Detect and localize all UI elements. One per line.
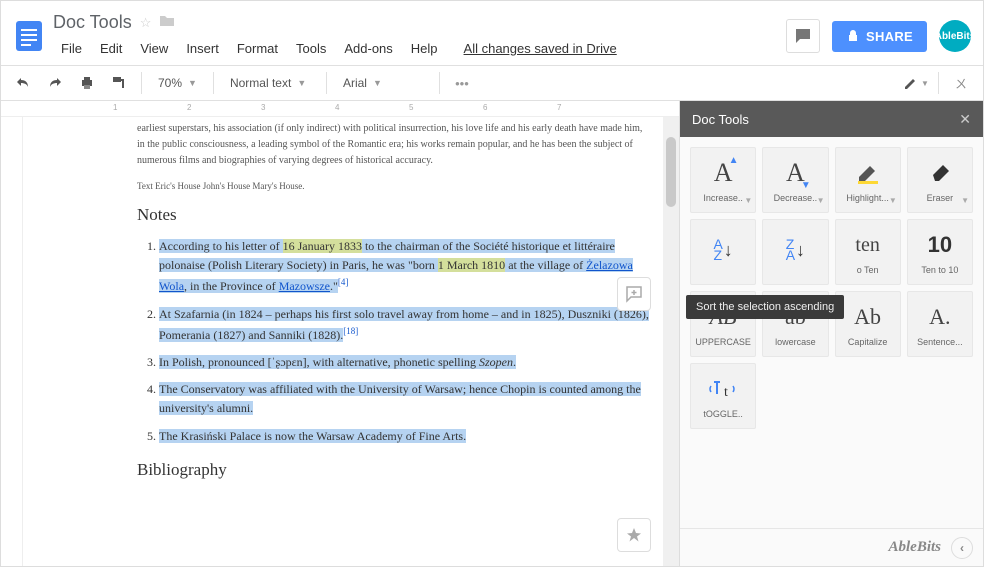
sort-asc-button[interactable]: AZ↓ <box>690 219 756 285</box>
vertical-scrollbar[interactable] <box>663 117 679 566</box>
footnote-ref[interactable]: [4] <box>338 277 349 287</box>
capitalize-icon: Ab <box>854 301 881 333</box>
menu-file[interactable]: File <box>53 37 90 60</box>
comments-button[interactable] <box>786 19 820 53</box>
heading-bibliography: Bibliography <box>137 460 649 480</box>
toggle-case-button[interactable]: t tOGGLE.. <box>690 363 756 429</box>
docs-app-icon[interactable] <box>9 10 49 62</box>
toolbar: 70%▼ Normal text▼ Arial▼ ••• ▼ ㄨ <box>1 65 983 101</box>
redo-button[interactable] <box>41 69 69 97</box>
font-select[interactable]: Arial▼ <box>335 69 431 97</box>
highlighter-icon <box>855 157 881 189</box>
num-to-text-icon: ten <box>855 229 879 261</box>
increase-font-icon: A▲ <box>714 157 733 189</box>
sort-asc-icon: AZ↓ <box>713 234 732 266</box>
menu-bar: File Edit View Insert Format Tools Add-o… <box>53 37 786 60</box>
list-item: According to his letter of 16 January 18… <box>159 237 649 297</box>
eraser-icon <box>927 157 953 189</box>
save-status[interactable]: All changes saved in Drive <box>456 37 625 60</box>
svg-text:t: t <box>724 385 728 400</box>
list-item: In Polish, pronounced [ˈʂɔpɛn], with alt… <box>159 353 649 372</box>
menu-addons[interactable]: Add-ons <box>336 37 400 60</box>
menu-insert[interactable]: Insert <box>178 37 227 60</box>
print-button[interactable] <box>73 69 101 97</box>
expand-button[interactable]: ‹ <box>951 537 973 559</box>
sidebar-title: Doc Tools <box>692 112 749 127</box>
paint-format-button[interactable] <box>105 69 133 97</box>
list-item: The Conservatory was affiliated with the… <box>159 380 649 418</box>
text-to-num-icon: 10 <box>928 229 952 261</box>
collapse-sidebar-button[interactable]: ㄨ <box>947 69 975 97</box>
menu-format[interactable]: Format <box>229 37 286 60</box>
decrease-font-button[interactable]: A▼ Decrease..▼ <box>762 147 828 213</box>
document-canvas[interactable]: earliest superstars, his association (if… <box>23 117 663 566</box>
close-icon[interactable]: ✕ <box>959 111 971 128</box>
scrollbar-thumb[interactable] <box>666 137 676 207</box>
sort-desc-icon: ZA↓ <box>786 234 805 266</box>
menu-tools[interactable]: Tools <box>288 37 334 60</box>
footnote-ref[interactable]: [18] <box>343 326 358 336</box>
style-select[interactable]: Normal text▼ <box>222 69 318 97</box>
add-comment-button[interactable] <box>617 277 651 311</box>
ablebits-logo: AbleBits <box>888 539 941 556</box>
paragraph-intro: earliest superstars, his association (if… <box>137 117 649 169</box>
link-mazowsze[interactable]: Mazowsze <box>279 279 330 293</box>
menu-edit[interactable]: Edit <box>92 37 130 60</box>
sentence-case-icon: A. <box>929 301 950 333</box>
capitalize-button[interactable]: Ab Capitalize <box>835 291 901 357</box>
sentence-case-button[interactable]: A. Sentence... <box>907 291 973 357</box>
notes-list: According to his letter of 16 January 18… <box>137 237 649 446</box>
tooltip: Sort the selection ascending <box>686 295 844 319</box>
document-area: 1234567 earliest superstars, his associa… <box>1 101 679 566</box>
sidebar-footer: AbleBits ‹ <box>680 528 983 566</box>
lock-icon <box>846 29 860 43</box>
horizontal-ruler[interactable]: 1234567 <box>1 101 679 117</box>
decrease-font-icon: A▼ <box>786 157 805 189</box>
share-button[interactable]: SHARE <box>832 21 927 52</box>
vertical-ruler[interactable] <box>1 117 23 566</box>
doc-tools-sidebar: Doc Tools ✕ A▲ Increase..▼ A▼ Decrease..… <box>679 101 983 566</box>
num-to-text-button[interactable]: ten o Ten <box>835 219 901 285</box>
paragraph-small: Text Eric's House John's House Mary's Ho… <box>137 181 649 191</box>
menu-help[interactable]: Help <box>403 37 446 60</box>
share-label: SHARE <box>866 29 913 44</box>
highlight-button[interactable]: Highlight...▼ <box>835 147 901 213</box>
heading-notes: Notes <box>137 205 649 225</box>
explore-button[interactable] <box>617 518 651 552</box>
doc-title[interactable]: Doc Tools <box>53 12 132 33</box>
zoom-select[interactable]: 70%▼ <box>150 69 205 97</box>
eraser-button[interactable]: Eraser▼ <box>907 147 973 213</box>
increase-font-button[interactable]: A▲ Increase..▼ <box>690 147 756 213</box>
editing-mode-button[interactable]: ▼ <box>902 69 930 97</box>
toggle-case-icon: t <box>708 373 738 405</box>
folder-icon[interactable] <box>159 14 175 31</box>
list-item: The Krasiński Palace is now the Warsaw A… <box>159 427 649 446</box>
undo-button[interactable] <box>9 69 37 97</box>
avatar[interactable]: AbleBits <box>939 20 971 52</box>
menu-view[interactable]: View <box>132 37 176 60</box>
star-icon[interactable]: ☆ <box>140 15 152 31</box>
sort-desc-button[interactable]: ZA↓ <box>762 219 828 285</box>
sidebar-header: Doc Tools ✕ <box>680 101 983 137</box>
text-to-num-button[interactable]: 10 Ten to 10 <box>907 219 973 285</box>
more-toolbar-button[interactable]: ••• <box>448 69 476 97</box>
list-item: At Szafarnia (in 1824 – perhaps his firs… <box>159 305 649 345</box>
